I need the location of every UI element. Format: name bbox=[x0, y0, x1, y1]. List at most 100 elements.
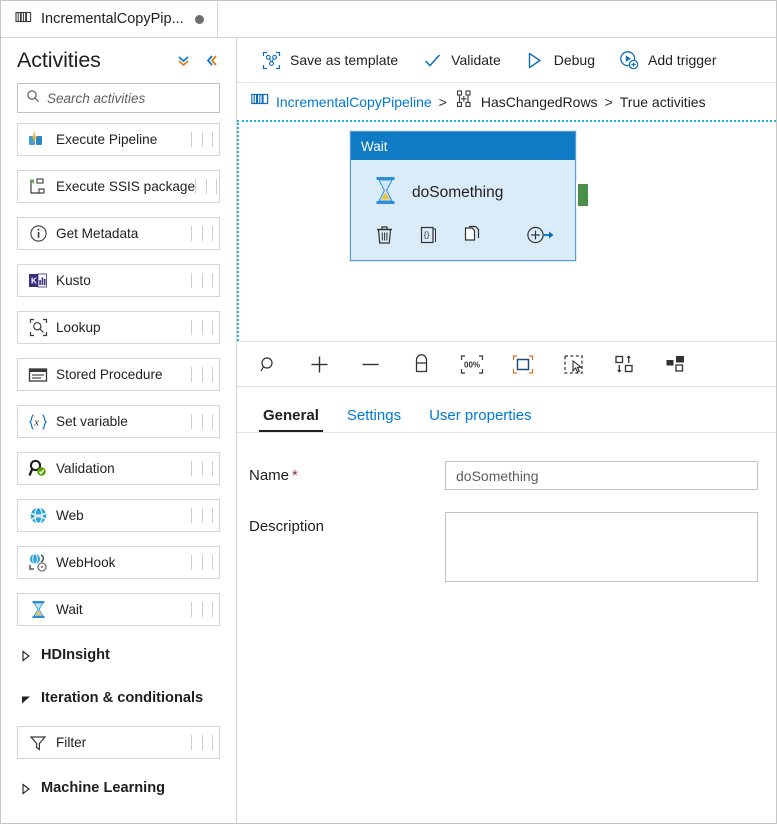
search-input[interactable] bbox=[47, 90, 211, 106]
drag-handle[interactable] bbox=[191, 273, 213, 289]
activity-item-lookup[interactable]: Lookup bbox=[17, 311, 220, 344]
drag-handle[interactable] bbox=[191, 367, 213, 383]
drag-handle[interactable] bbox=[191, 735, 213, 751]
play-triangle-icon bbox=[525, 50, 545, 70]
tab-general[interactable]: General bbox=[249, 408, 333, 432]
name-input[interactable] bbox=[445, 461, 758, 490]
drag-handle[interactable] bbox=[191, 414, 213, 430]
minus-icon[interactable] bbox=[357, 351, 383, 377]
command-label: Validate bbox=[451, 52, 501, 68]
activity-node-doSomething[interactable]: Wait doSomething {} bbox=[350, 131, 576, 261]
search-activities-container bbox=[1, 79, 236, 123]
activity-node-name: doSomething bbox=[412, 184, 504, 201]
tab-label: Settings bbox=[346, 407, 402, 424]
drag-handle[interactable] bbox=[191, 602, 213, 618]
execute-pipeline-icon bbox=[27, 130, 49, 150]
breadcrumb: IncrementalCopyPipeline > HasChangedRows bbox=[237, 83, 776, 120]
drag-handle[interactable] bbox=[191, 226, 213, 242]
name-label-text: Name bbox=[249, 467, 290, 484]
activity-group-iteration-and-conditionals[interactable]: Iteration & conditionals bbox=[17, 683, 220, 713]
activity-node-type-label: Wait bbox=[361, 138, 388, 154]
plus-icon[interactable] bbox=[306, 351, 332, 377]
validate-button[interactable]: Validate bbox=[410, 44, 513, 77]
activity-group-label: HDInsight bbox=[41, 647, 110, 663]
drag-handle[interactable] bbox=[195, 179, 218, 195]
properties-form-general: Name* Description bbox=[237, 433, 776, 823]
pipeline-command-bar: Save as template Validate Debug Add trig… bbox=[237, 38, 776, 83]
validation-icon bbox=[27, 459, 49, 479]
activity-label: Get Metadata bbox=[56, 226, 139, 241]
pipeline-editor-main: Save as template Validate Debug Add trig… bbox=[237, 38, 776, 823]
pipeline-canvas-container[interactable]: Wait doSomething {} bbox=[237, 120, 776, 341]
activity-group-hdinsight[interactable]: HDInsight bbox=[17, 640, 220, 670]
tab-label: General bbox=[263, 407, 319, 424]
drag-handle[interactable] bbox=[191, 555, 213, 571]
drag-handle[interactable] bbox=[191, 461, 213, 477]
activity-item-set-variable[interactable]: x Set variable bbox=[17, 405, 220, 438]
drag-handle[interactable] bbox=[191, 508, 213, 524]
document-tab-pipeline[interactable]: IncrementalCopyPip... bbox=[1, 1, 218, 37]
kusto-icon: K bbox=[27, 271, 49, 291]
fit-to-screen-icon[interactable] bbox=[510, 351, 536, 377]
activity-item-wait[interactable]: Wait bbox=[17, 593, 220, 626]
code-braces-icon[interactable]: {} bbox=[417, 224, 439, 246]
copy-pages-icon[interactable] bbox=[461, 224, 483, 246]
double-chevron-left-icon[interactable] bbox=[200, 50, 222, 72]
drag-handle[interactable] bbox=[191, 320, 213, 336]
document-tab-bar: IncrementalCopyPip... bbox=[1, 1, 776, 38]
name-label: Name * bbox=[249, 461, 445, 484]
description-textarea[interactable] bbox=[445, 512, 758, 582]
activity-group-machine-learning[interactable]: Machine Learning bbox=[17, 773, 220, 803]
activity-node-body: doSomething bbox=[351, 160, 575, 210]
activity-item-execute-ssis-package[interactable]: Execute SSIS package bbox=[17, 170, 220, 203]
activity-label: Web bbox=[56, 508, 84, 523]
trash-icon[interactable] bbox=[373, 224, 395, 246]
marquee-select-icon[interactable] bbox=[561, 351, 587, 377]
form-row-description: Description bbox=[249, 512, 758, 582]
activities-pane-title: Activities bbox=[17, 48, 101, 72]
activity-output-port[interactable] bbox=[576, 182, 590, 208]
activity-label: Filter bbox=[56, 735, 87, 750]
save-as-template-button[interactable]: Save as template bbox=[249, 44, 410, 77]
lock-icon[interactable] bbox=[408, 351, 434, 377]
activity-item-validation[interactable]: Validation bbox=[17, 452, 220, 485]
activity-item-stored-procedure[interactable]: Stored Procedure bbox=[17, 358, 220, 391]
breadcrumb-separator: > bbox=[438, 93, 447, 110]
activities-list: Execute Pipeline Execute SSIS package Ge… bbox=[1, 123, 236, 823]
search-activities-box[interactable] bbox=[17, 83, 220, 113]
activity-node-actions: {} bbox=[351, 210, 575, 246]
svg-text:{}: {} bbox=[423, 230, 429, 240]
save-as-template-icon bbox=[261, 50, 281, 70]
activity-item-filter[interactable]: Filter bbox=[17, 726, 220, 759]
breadcrumb-pipeline-link[interactable]: IncrementalCopyPipeline bbox=[276, 94, 432, 110]
zoom-100-icon[interactable]: 00% bbox=[459, 351, 485, 377]
activities-pane: Activities Search activities Execute Pip… bbox=[1, 38, 237, 823]
debug-button[interactable]: Debug bbox=[513, 44, 607, 77]
activity-item-get-metadata[interactable]: Get Metadata bbox=[17, 217, 220, 250]
activity-item-kusto[interactable]: K Kusto bbox=[17, 264, 220, 297]
add-arrow-icon[interactable] bbox=[525, 224, 557, 246]
pipeline-icon bbox=[251, 92, 269, 111]
double-chevron-down-icon[interactable] bbox=[172, 50, 194, 72]
search-icon bbox=[26, 89, 40, 108]
checkmark-icon bbox=[422, 50, 442, 70]
activity-group-label: Machine Learning bbox=[41, 780, 166, 796]
activity-item-web[interactable]: Web bbox=[17, 499, 220, 532]
layout-toggle-icon[interactable] bbox=[663, 351, 689, 377]
add-trigger-icon bbox=[619, 50, 639, 70]
wait-hourglass-icon bbox=[27, 600, 49, 620]
activity-item-webhook[interactable]: WebHook bbox=[17, 546, 220, 579]
tab-settings[interactable]: Settings bbox=[333, 408, 415, 432]
activities-pane-header: Activities bbox=[1, 38, 236, 79]
activity-item-execute-pipeline[interactable]: Execute Pipeline bbox=[17, 123, 220, 156]
breadcrumb-condition: HasChangedRows bbox=[480, 93, 598, 110]
add-trigger-button[interactable]: Add trigger bbox=[607, 44, 728, 77]
webhook-icon bbox=[27, 553, 49, 573]
drag-handle[interactable] bbox=[191, 132, 213, 148]
activity-label: Wait bbox=[56, 602, 83, 617]
set-variable-icon: x bbox=[27, 412, 49, 432]
auto-align-icon[interactable] bbox=[612, 351, 638, 377]
magnifier-icon[interactable] bbox=[255, 351, 281, 377]
pipeline-canvas[interactable]: Wait doSomething {} bbox=[239, 122, 776, 341]
tab-user-properties[interactable]: User properties bbox=[415, 408, 546, 432]
